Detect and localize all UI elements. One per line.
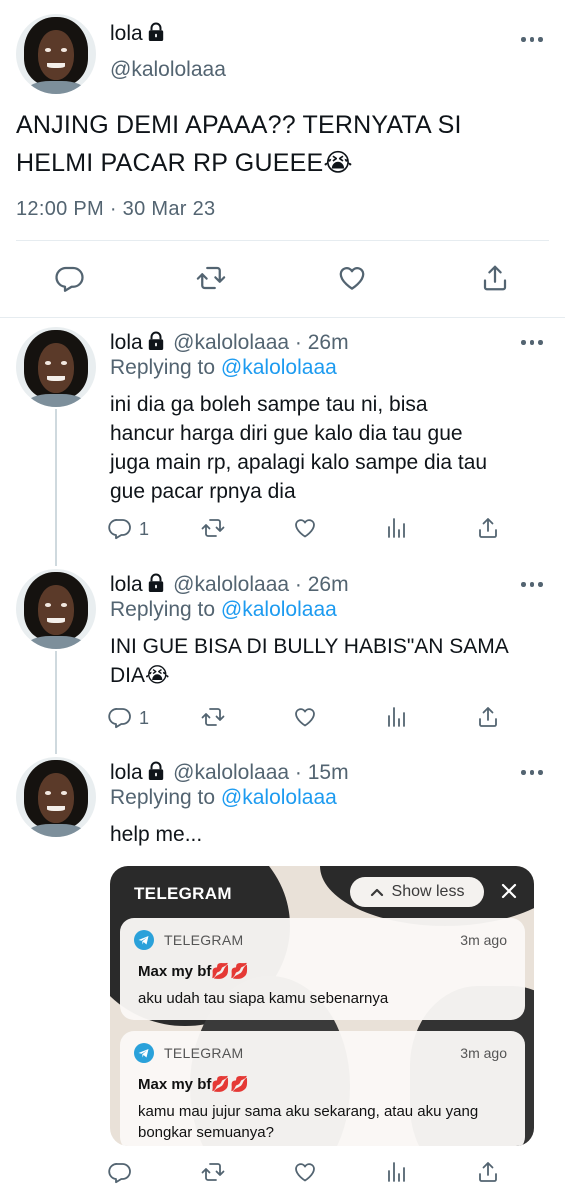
replying-to: Replying to @kalololaaa	[110, 356, 337, 380]
lock-icon	[147, 22, 165, 42]
notification-card[interactable]: TELEGRAM 3m ago Max my bf💋💋 kamu mau juj…	[120, 1031, 525, 1146]
reply-icon[interactable]	[108, 516, 132, 540]
author-name[interactable]: lola	[110, 761, 143, 784]
reply-header: lola @kalololaaa · 26m	[110, 331, 349, 355]
thread-line	[55, 651, 57, 754]
like-icon[interactable]	[293, 516, 317, 540]
chevron-up-icon	[370, 888, 383, 897]
more-options-icon[interactable]	[521, 580, 543, 588]
replying-label: Replying to	[110, 786, 216, 809]
avatar[interactable]	[16, 569, 96, 649]
replying-to: Replying to @kalololaaa	[110, 598, 337, 622]
author-name[interactable]: lola	[110, 573, 143, 596]
share-icon[interactable]	[480, 263, 510, 293]
replying-to: Replying to @kalololaaa	[110, 786, 337, 810]
author-name[interactable]: lola	[110, 22, 143, 45]
reply-text-line: DIA😭	[110, 664, 170, 687]
reply-icon[interactable]	[108, 705, 132, 729]
more-options-icon[interactable]	[521, 768, 543, 776]
tweet-timestamp[interactable]: 12:00 PM · 30 Mar 23	[16, 198, 215, 221]
avatar[interactable]	[16, 14, 96, 94]
telegram-icon	[134, 1043, 154, 1063]
reply-text: INI GUE BISA DI BULLY HABIS"AN SAMA DIA😭	[110, 632, 555, 690]
author-handle[interactable]: @kalololaaa	[110, 58, 226, 82]
like-icon[interactable]	[293, 1160, 317, 1184]
reply-header: lola @kalololaaa · 15m	[110, 761, 349, 785]
author-name-row[interactable]: lola	[110, 22, 165, 46]
notification-group-title: TELEGRAM	[134, 884, 232, 903]
reply-header: lola @kalololaaa · 26m	[110, 573, 349, 597]
reply-count: 1	[139, 708, 150, 728]
replying-handle-link[interactable]: @kalololaaa	[221, 598, 337, 621]
notification-message: kamu mau jujur sama aku sekarang, atau a…	[138, 1103, 479, 1141]
reply-text-line: ini dia ga boleh sampe tau ni, bisa	[110, 393, 428, 416]
notification-app-name: TELEGRAM	[164, 1045, 244, 1061]
share-icon[interactable]	[476, 516, 500, 540]
telegram-icon	[134, 930, 154, 950]
reply-icon[interactable]	[55, 263, 85, 293]
tweet-text-line: HELMI PACAR RP GUEEE😭	[16, 149, 353, 177]
replying-label: Replying to	[110, 598, 216, 621]
notification-card[interactable]: TELEGRAM 3m ago Max my bf💋💋 aku udah tau…	[120, 918, 525, 1020]
analytics-icon[interactable]	[384, 1160, 408, 1184]
reply-text-line: gue pacar rpnya dia	[110, 480, 296, 503]
tweet-text-line: ANJING DEMI APAAA?? TERNYATA SI	[16, 111, 462, 139]
more-options-icon[interactable]	[521, 35, 543, 43]
avatar[interactable]	[16, 327, 96, 407]
share-icon[interactable]	[476, 705, 500, 729]
like-icon[interactable]	[337, 263, 367, 293]
lock-icon	[147, 761, 165, 781]
divider	[16, 240, 549, 241]
close-icon[interactable]	[500, 882, 518, 900]
show-less-button[interactable]: Show less	[350, 877, 484, 907]
notification-time: 3m ago	[460, 1045, 507, 1061]
reply-count: 1	[139, 519, 150, 539]
attached-image[interactable]: TELEGRAM Show less TELEGRAM 3m ago Max m…	[110, 866, 534, 1146]
notification-app-name: TELEGRAM	[164, 932, 244, 948]
author-handle-time[interactable]: @kalololaaa · 26m	[173, 331, 348, 354]
reply-text-line: help me...	[110, 823, 203, 846]
replying-handle-link[interactable]: @kalololaaa	[221, 356, 337, 379]
tweet-text: ANJING DEMI APAAA?? TERNYATA SI HELMI PA…	[16, 106, 556, 182]
lock-icon	[147, 331, 165, 351]
notification-sender: Max my bf💋💋	[138, 1076, 249, 1093]
like-icon[interactable]	[293, 705, 317, 729]
notification-message: aku udah tau siapa kamu sebenarnya	[138, 990, 389, 1007]
replying-handle-link[interactable]: @kalololaaa	[221, 786, 337, 809]
analytics-icon[interactable]	[384, 516, 408, 540]
reply-text-line: juga main rp, apalagi kalo sampe dia tau	[110, 451, 488, 474]
retweet-icon[interactable]	[201, 705, 225, 729]
reply-icon[interactable]	[108, 1160, 132, 1184]
author-handle-time[interactable]: @kalololaaa · 15m	[173, 761, 348, 784]
divider	[0, 317, 565, 318]
thread-line	[55, 409, 57, 566]
share-icon[interactable]	[476, 1160, 500, 1184]
reply-text: help me...	[110, 820, 555, 849]
author-handle-time[interactable]: @kalololaaa · 26m	[173, 573, 348, 596]
reply-text-line: hancur harga diri gue kalo dia tau gue	[110, 422, 463, 445]
more-options-icon[interactable]	[521, 338, 543, 346]
reply-text: ini dia ga boleh sampe tau ni, bisa hanc…	[110, 390, 555, 506]
analytics-icon[interactable]	[384, 705, 408, 729]
retweet-icon[interactable]	[201, 516, 225, 540]
retweet-icon[interactable]	[196, 263, 226, 293]
notification-sender: Max my bf💋💋	[138, 963, 249, 980]
show-less-label: Show less	[391, 883, 465, 900]
notification-time: 3m ago	[460, 932, 507, 948]
reply-text-line: INI GUE BISA DI BULLY HABIS"AN SAMA	[110, 635, 509, 658]
avatar[interactable]	[16, 757, 96, 837]
replying-label: Replying to	[110, 356, 216, 379]
lock-icon	[147, 573, 165, 593]
author-name[interactable]: lola	[110, 331, 143, 354]
retweet-icon[interactable]	[201, 1160, 225, 1184]
